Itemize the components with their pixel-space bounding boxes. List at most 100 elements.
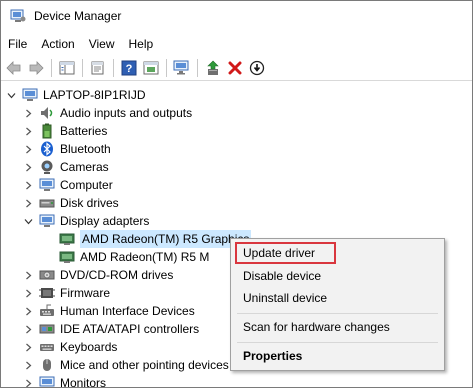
display-adapter-icon (59, 249, 75, 265)
tree-item-cameras[interactable]: Cameras (23, 158, 109, 176)
expand-chevron-icon[interactable] (23, 374, 33, 387)
monitor-icon (39, 375, 55, 387)
collapse-chevron-icon[interactable] (6, 86, 16, 104)
device-manager-app-icon (10, 9, 26, 23)
camera-icon (39, 159, 55, 175)
back-icon[interactable] (4, 58, 24, 78)
help-icon[interactable]: ? (119, 58, 139, 78)
tree-item-label: Disk drives (60, 196, 119, 210)
properties-icon[interactable] (88, 58, 108, 78)
tree-item-amd-radeon-r5-graphics[interactable]: AMD Radeon(TM) R5 Graphics (59, 230, 252, 248)
toolbar: ? (1, 56, 472, 81)
expand-chevron-icon[interactable] (23, 338, 33, 356)
toolbar-separator (51, 59, 52, 77)
tree-item-label: Audio inputs and outputs (60, 106, 193, 120)
firmware-icon (39, 285, 55, 301)
toolbar-separator (82, 59, 83, 77)
expand-chevron-icon[interactable] (23, 122, 33, 140)
dvd-icon (39, 267, 55, 283)
collapse-chevron-icon[interactable] (23, 212, 33, 230)
tree-item-monitors[interactable]: Monitors (23, 374, 106, 387)
tree-item-audio[interactable]: Audio inputs and outputs (23, 104, 192, 122)
tree-item-label: Firmware (60, 286, 110, 300)
tree-item-label: Cameras (60, 160, 109, 174)
expand-chevron-icon[interactable] (23, 284, 33, 302)
context-menu-properties[interactable]: Properties (243, 348, 302, 364)
menu-help[interactable]: Help (122, 34, 161, 54)
toolbar-separator (113, 59, 114, 77)
menu-view[interactable]: View (82, 34, 122, 54)
tree-item-hid[interactable]: Human Interface Devices (23, 302, 195, 320)
context-menu-uninstall-device[interactable]: Uninstall device (243, 290, 327, 306)
svg-text:?: ? (126, 63, 133, 75)
expand-chevron-icon[interactable] (23, 266, 33, 284)
disk-drive-icon (39, 195, 55, 211)
tree-item-label: Monitors (60, 376, 107, 387)
tree-item-label: Bluetooth (60, 142, 111, 156)
uninstall-icon[interactable] (225, 58, 245, 78)
context-menu: Update driver Disable device Uninstall d… (230, 238, 445, 371)
tree-item-disk-drives[interactable]: Disk drives (23, 194, 119, 212)
tree-item-label: Display adapters (60, 214, 150, 228)
menu-file[interactable]: File (1, 34, 34, 54)
tree-item-ide[interactable]: IDE ATA/ATAPI controllers (23, 320, 199, 338)
tree-item-mice[interactable]: Mice and other pointing devices (23, 356, 229, 374)
display-adapter-icon (59, 231, 75, 247)
disable-icon[interactable] (247, 58, 267, 78)
context-menu-separator (237, 313, 438, 314)
action-pane-icon[interactable] (141, 58, 161, 78)
keyboard-icon (39, 339, 55, 355)
toolbar-separator (197, 59, 198, 77)
tree-item-label: Computer (60, 178, 113, 192)
context-menu-scan-hardware[interactable]: Scan for hardware changes (243, 319, 390, 335)
expand-chevron-icon[interactable] (23, 140, 33, 158)
tree-item-label: DVD/CD-ROM drives (60, 268, 174, 282)
tree-item-bluetooth[interactable]: Bluetooth (23, 140, 111, 158)
expand-chevron-icon[interactable] (23, 194, 33, 212)
expand-chevron-icon[interactable] (23, 104, 33, 122)
battery-icon (39, 123, 55, 139)
display-adapter-icon (39, 213, 55, 229)
menu-bar: File Action View Help (1, 34, 160, 54)
tree-item-label: IDE ATA/ATAPI controllers (60, 322, 200, 336)
tree-root-computer[interactable]: LAPTOP-8IP1RIJD (6, 86, 145, 104)
expand-chevron-icon[interactable] (23, 356, 33, 374)
window-title: Device Manager (34, 9, 122, 23)
menu-action[interactable]: Action (34, 34, 81, 54)
ide-controller-icon (39, 321, 55, 337)
context-menu-disable-device[interactable]: Disable device (243, 268, 321, 284)
expand-chevron-icon[interactable] (23, 176, 33, 194)
computer-icon (22, 87, 38, 103)
expand-chevron-icon[interactable] (23, 320, 33, 338)
tree-item-amd-radeon-r5-m[interactable]: AMD Radeon(TM) R5 M (59, 248, 209, 266)
expand-chevron-icon[interactable] (23, 302, 33, 320)
tree-item-computer[interactable]: Computer (23, 176, 113, 194)
tree-item-batteries[interactable]: Batteries (23, 122, 107, 140)
tree-item-display-adapters[interactable]: Display adapters (23, 212, 149, 230)
bluetooth-icon (39, 141, 55, 157)
forward-icon[interactable] (26, 58, 46, 78)
show-hide-console-tree-icon[interactable] (57, 58, 77, 78)
title-bar: Device Manager (1, 1, 472, 31)
mouse-icon (39, 357, 55, 373)
tree-item-label: Human Interface Devices (60, 304, 195, 318)
tree-item-dvd-cd-rom[interactable]: DVD/CD-ROM drives (23, 266, 173, 284)
device-manager-window: Device Manager File Action View Help ? L… (0, 0, 473, 388)
context-menu-separator (237, 342, 438, 343)
tree-item-keyboards[interactable]: Keyboards (23, 338, 117, 356)
update-driver-icon[interactable] (203, 58, 223, 78)
speaker-icon (39, 105, 55, 121)
tree-item-label: AMD Radeon(TM) R5 Graphics (80, 230, 252, 248)
scan-hardware-icon[interactable] (172, 58, 192, 78)
tree-root-label: LAPTOP-8IP1RIJD (43, 88, 146, 102)
tree-item-label: Keyboards (60, 340, 118, 354)
tree-item-firmware[interactable]: Firmware (23, 284, 110, 302)
computer-icon (39, 177, 55, 193)
tree-item-label: AMD Radeon(TM) R5 M (80, 250, 210, 264)
context-menu-update-driver[interactable]: Update driver (243, 245, 315, 261)
hid-icon (39, 303, 55, 319)
toolbar-separator (166, 59, 167, 77)
tree-item-label: Mice and other pointing devices (60, 358, 229, 372)
expand-chevron-icon[interactable] (23, 158, 33, 176)
tree-item-label: Batteries (60, 124, 108, 138)
